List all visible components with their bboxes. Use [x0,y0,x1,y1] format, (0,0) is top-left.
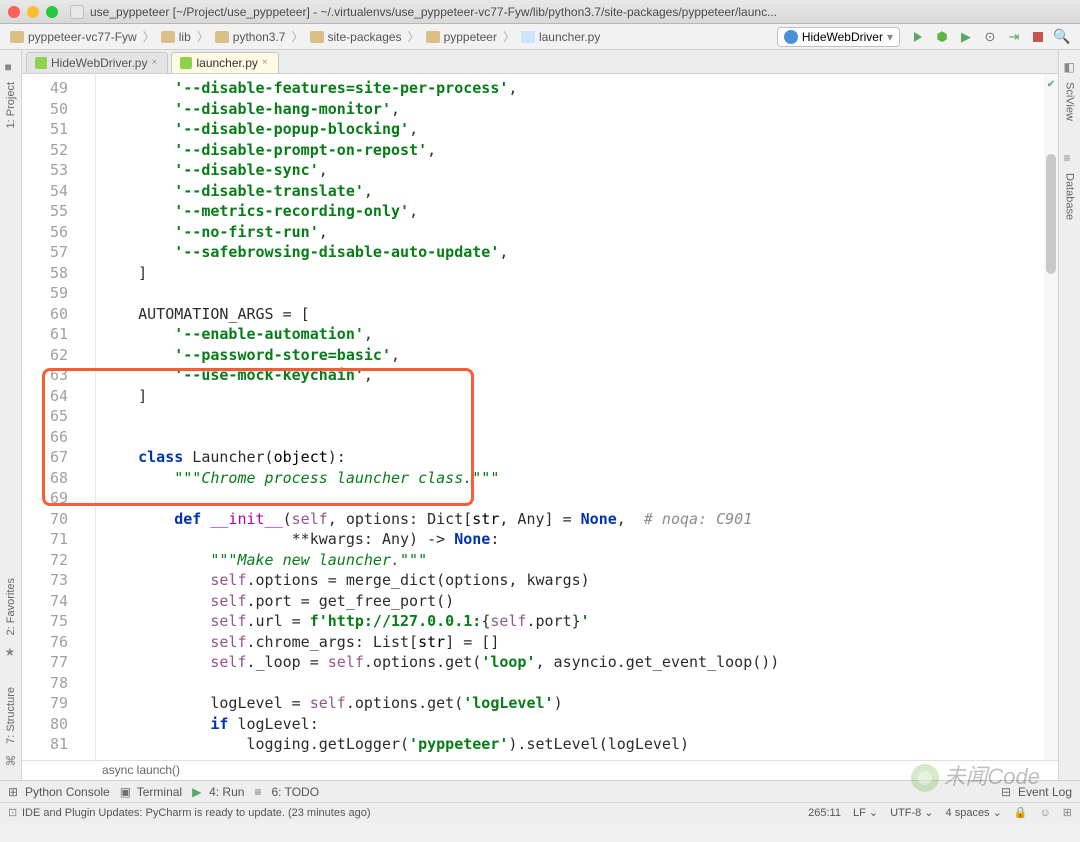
folder-icon [161,31,175,43]
stop-button[interactable] [1029,28,1047,46]
structure-tool[interactable]: 7: Structure [5,687,17,744]
terminal-tool[interactable]: ▣Terminal [120,785,182,799]
encoding[interactable]: UTF-8 ⌄ [890,806,933,819]
sciview-icon[interactable]: ◧ [1064,60,1076,72]
window-title-bar: use_pyppeteer [~/Project/use_pyppeteer] … [0,0,1080,24]
tab-hidewebdriver[interactable]: HideWebDriver.py × [26,52,168,73]
code-editor[interactable]: 49 50 51 52 53 54 55 56 57 58 59 60 61 6… [22,74,1058,760]
breadcrumb-item[interactable]: site-packages [306,28,406,46]
structure-icon[interactable]: ⌘ [5,754,17,766]
run-coverage-button[interactable]: ▶ [957,28,975,46]
event-log-tool[interactable]: ⊟Event Log [1001,785,1072,799]
search-icon[interactable]: 🔍 [1053,28,1071,46]
folder-icon [10,31,24,43]
star-icon[interactable]: ★ [5,645,17,657]
scrollbar-thumb[interactable] [1046,154,1056,274]
project-icon [70,5,84,19]
run-tool[interactable]: ▶4: Run [192,785,244,799]
fold-gutter[interactable] [78,74,96,760]
tab-launcher[interactable]: launcher.py × [171,52,278,73]
file-icon [521,31,535,43]
breadcrumb-item[interactable]: lib [157,28,195,46]
window-title: use_pyppeteer [~/Project/use_pyppeteer] … [90,5,1072,19]
notifications-icon[interactable]: ⊡ [8,806,22,819]
navigation-bar: pyppeteer-vc77-Fyw〉 lib〉 python3.7〉 site… [0,24,1080,50]
close-icon[interactable]: × [262,59,270,67]
minimize-icon[interactable] [27,6,39,18]
folder-icon [215,31,229,43]
line-numbers: 49 50 51 52 53 54 55 56 57 58 59 60 61 6… [22,74,78,760]
python-file-icon [180,57,192,69]
python-file-icon [35,57,47,69]
memory-icon[interactable]: ⊞ [1063,806,1072,819]
favorites-tool[interactable]: 2: Favorites [5,578,17,635]
breadcrumb-item[interactable]: python3.7 [211,28,290,46]
left-tool-strip: ■ 1: Project 2: Favorites ★ 7: Structure… [0,50,22,780]
close-icon[interactable] [8,6,20,18]
editor-tabs: HideWebDriver.py × launcher.py × [22,50,1058,74]
folder-icon [310,31,324,43]
attach-button[interactable]: ⇥ [1005,28,1023,46]
database-tool[interactable]: Database [1064,173,1076,220]
close-icon[interactable]: × [151,59,159,67]
breadcrumb-item[interactable]: pyppeteer-vc77-Fyw [6,28,141,46]
run-config-selector[interactable]: HideWebDriver ▾ [777,27,900,47]
sciview-tool[interactable]: SciView [1064,82,1076,121]
code-content[interactable]: '--disable-features=site-per-process', '… [96,74,1058,760]
right-tool-strip: ◧ SciView ≡ Database [1058,50,1080,780]
database-icon[interactable]: ≡ [1064,151,1076,163]
project-tool[interactable]: 1: Project [5,82,17,128]
maximize-icon[interactable] [46,6,58,18]
inspection-icon[interactable]: ☺ [1040,807,1051,819]
python-console-tool[interactable]: ⊞Python Console [8,785,110,799]
folder-icon [426,31,440,43]
breadcrumb-item[interactable]: pyppeteer [422,28,501,46]
editor-breadcrumb[interactable]: async launch() [22,760,1058,780]
breadcrumb-item[interactable]: launcher.py [517,28,604,46]
scrollbar[interactable]: ✔ [1044,74,1058,760]
project-tool-icon[interactable]: ■ [5,60,17,72]
python-icon [784,30,798,44]
line-separator[interactable]: LF ⌄ [853,806,878,819]
lock-icon[interactable]: 🔒 [1014,806,1028,819]
indent[interactable]: 4 spaces ⌄ [946,806,1002,819]
debug-button[interactable]: ⬢ [933,28,951,46]
cursor-position[interactable]: 265:11 [808,807,841,819]
profile-button[interactable]: ⊙ [981,28,999,46]
status-bar: ⊡ IDE and Plugin Updates: PyCharm is rea… [0,802,1080,822]
run-button[interactable] [909,28,927,46]
bottom-tool-bar: ⊞Python Console ▣Terminal ▶4: Run ≡6: TO… [0,780,1080,802]
todo-tool[interactable]: ≡6: TODO [254,785,319,799]
status-message: IDE and Plugin Updates: PyCharm is ready… [22,807,371,819]
window-controls [8,6,58,18]
inspection-ok-icon: ✔ [1044,74,1058,90]
